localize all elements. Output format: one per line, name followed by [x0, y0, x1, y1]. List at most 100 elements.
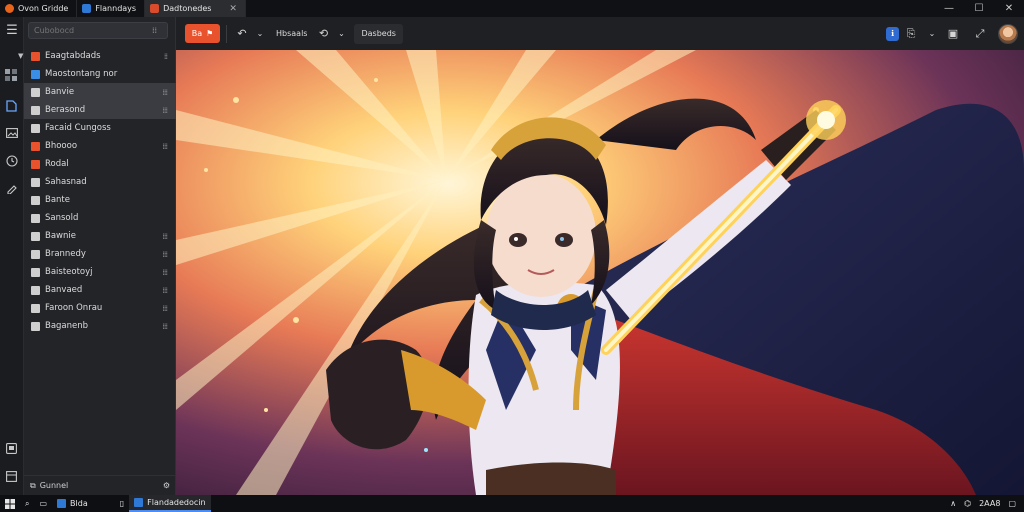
tree-item[interactable]: Brannedy ⁞⁞⁞ — [24, 245, 176, 263]
tree-item[interactable]: Baganenb ⁞⁞⁞ — [24, 317, 176, 335]
refresh-icon[interactable]: ⟲ — [314, 25, 332, 43]
tree-item[interactable]: Maostontang nor — [24, 65, 176, 83]
file-icon — [31, 213, 40, 223]
editor-toolbar: Ba ⚑ ↶ ⌄ Hbsaals ⟲ ⌄ Dasbeds ℹ ⎘ ⌄ ▣ ⤢ — [176, 17, 1024, 50]
avatar[interactable] — [998, 23, 1018, 44]
tree-item-root[interactable]: ▼ Eaagtabdads ⁞⁞ — [18, 47, 176, 65]
file-icon — [31, 249, 40, 259]
drag-handle-icon[interactable]: ⁞⁞⁞ — [162, 322, 168, 331]
tab-flanndays[interactable]: Flanndays — [77, 0, 146, 17]
close-window-icon[interactable]: ✕ — [994, 0, 1024, 17]
tree-item[interactable]: Banvaed ⁞⁞⁞ — [24, 281, 176, 299]
file-icon — [31, 123, 40, 133]
tree-item[interactable]: Bante — [24, 191, 176, 209]
flag-icon: ⚑ — [206, 29, 214, 38]
hamburger-menu-icon[interactable]: ☰ — [0, 23, 24, 38]
tree-item-selected[interactable]: Banvie ⁞⁞⁞ — [24, 83, 176, 101]
expand-icon[interactable]: ⤢ — [971, 25, 989, 43]
files-icon[interactable] — [3, 97, 20, 114]
tree-item[interactable]: Sahasnad — [24, 173, 176, 191]
tree-item[interactable]: Bhoooo ⁞⁞⁞ — [24, 137, 176, 155]
notification-icon[interactable]: ▢ — [1008, 499, 1016, 508]
explorer-footer: ⧉ Gunnel ⚙ — [24, 475, 176, 495]
clock[interactable]: 2AA8 — [979, 499, 1000, 508]
chevron-down-icon[interactable]: ▼ — [18, 52, 23, 60]
tree-item[interactable]: Sansold — [24, 209, 176, 227]
tab-bar-spacer — [246, 0, 934, 17]
location-button[interactable]: Dasbeds — [354, 23, 403, 44]
drag-handle-icon[interactable]: ⁞⁞⁞ — [162, 304, 168, 313]
folder-orange-icon — [31, 51, 40, 61]
chevron-down-icon[interactable]: ⌄ — [251, 25, 269, 43]
undo-icon[interactable]: ↶ — [233, 25, 251, 43]
tree-item-label: Baisteotoyj — [45, 267, 93, 277]
brush-icon[interactable] — [3, 179, 20, 196]
drag-handle-icon[interactable]: ⁞⁞⁞ — [162, 106, 168, 115]
tab-dadtonedes[interactable]: Dadtonedes ✕ — [145, 0, 246, 17]
tree-item[interactable]: Rodal — [24, 155, 176, 173]
tree-item-label: Maostontang nor — [45, 69, 118, 79]
app-orange-icon — [5, 4, 14, 13]
tree-item[interactable]: Baisteotoyj ⁞⁞⁞ — [24, 263, 176, 281]
more-icon[interactable]: ⁞⁞ — [164, 52, 168, 61]
tree-item[interactable]: Faroon Onrau ⁞⁞⁞ — [24, 299, 176, 317]
tree-item-label: Banvaed — [45, 285, 83, 295]
panel-toggle-icon[interactable] — [3, 468, 20, 485]
file-icon — [31, 231, 40, 241]
tree-item-label: Rodal — [45, 159, 69, 169]
layout-icon[interactable]: ▣ — [944, 25, 962, 43]
artwork-illustration — [176, 50, 1024, 495]
tree-item-label: Bawnie — [45, 231, 76, 241]
drag-handle-icon[interactable]: ⁞⁞⁞ — [162, 250, 168, 259]
info-icon[interactable]: ℹ — [886, 26, 899, 41]
primary-action-label: Ba — [191, 29, 203, 38]
clear-search-icon[interactable]: ⁞⁞ — [152, 26, 157, 35]
version-selector[interactable]: Hbsaals — [269, 24, 314, 44]
toolbar-divider — [226, 24, 227, 43]
tray-up-arrow-icon[interactable]: ∧ — [950, 499, 956, 508]
drag-handle-icon[interactable]: ⁞⁞⁞ — [162, 142, 168, 151]
search-icon[interactable]: ⌕ — [20, 495, 34, 512]
network-icon[interactable]: ⌬ — [964, 499, 971, 508]
drag-handle-icon[interactable]: ⁞⁞⁞ — [162, 268, 168, 277]
gallery-icon[interactable] — [3, 440, 20, 457]
close-tab-icon[interactable]: ✕ — [229, 4, 237, 14]
file-tree: ▼ Eaagtabdads ⁞⁞ Maostontang nor Banvie … — [18, 47, 176, 335]
file-icon — [31, 87, 40, 97]
task-view-icon[interactable]: ▭ — [34, 495, 52, 512]
drag-handle-icon[interactable]: ⁞⁞⁞ — [162, 286, 168, 295]
taskbar-window-icon[interactable]: ▯ — [115, 495, 129, 512]
drag-handle-icon[interactable]: ⁞⁞⁞ — [162, 232, 168, 241]
tree-item[interactable]: Bawnie ⁞⁞⁞ — [24, 227, 176, 245]
tab-ovon-gridde[interactable]: Ovon Gridde — [0, 0, 78, 17]
app-blue-icon — [134, 498, 144, 507]
tree-item[interactable]: Facaid Cungoss — [24, 119, 176, 137]
chevron-down-icon[interactable]: ⌄ — [332, 25, 350, 43]
apps-grid-icon[interactable] — [3, 67, 20, 84]
drag-handle-icon[interactable]: ⁞⁞⁞ — [162, 88, 168, 97]
image-icon[interactable] — [3, 124, 20, 141]
app-blue-icon — [82, 4, 92, 13]
search-input[interactable] — [34, 25, 152, 35]
footer-settings-icon[interactable]: ⚙ — [163, 481, 170, 490]
history-icon[interactable] — [3, 152, 20, 169]
footer-label: Gunnel — [39, 481, 69, 490]
chevron-down-icon[interactable]: ⌄ — [923, 25, 941, 43]
tree-item-selected[interactable]: Berasond ⁞⁞⁞ — [24, 101, 176, 119]
taskbar-app-flandadedocin[interactable]: Flandadedocin — [129, 495, 211, 512]
folder-blue-icon — [31, 69, 40, 79]
copy-icon[interactable]: ⎘ — [902, 25, 920, 43]
maximize-icon[interactable]: ☐ — [964, 0, 994, 17]
taskbar-app-blda[interactable]: Blda — [52, 495, 93, 512]
minimize-icon[interactable]: — — [934, 0, 964, 17]
layers-icon[interactable]: ⧉ — [30, 481, 36, 491]
search-box[interactable]: ⁞⁞ — [28, 21, 168, 39]
primary-action-button[interactable]: Ba ⚑ — [185, 24, 220, 43]
file-orange-icon — [31, 141, 40, 151]
start-button[interactable] — [0, 495, 20, 512]
file-icon — [31, 267, 40, 277]
file-icon — [31, 285, 40, 295]
version-label: Hbsaals — [276, 29, 308, 38]
image-preview — [176, 50, 1024, 495]
file-orange-icon — [31, 159, 40, 169]
